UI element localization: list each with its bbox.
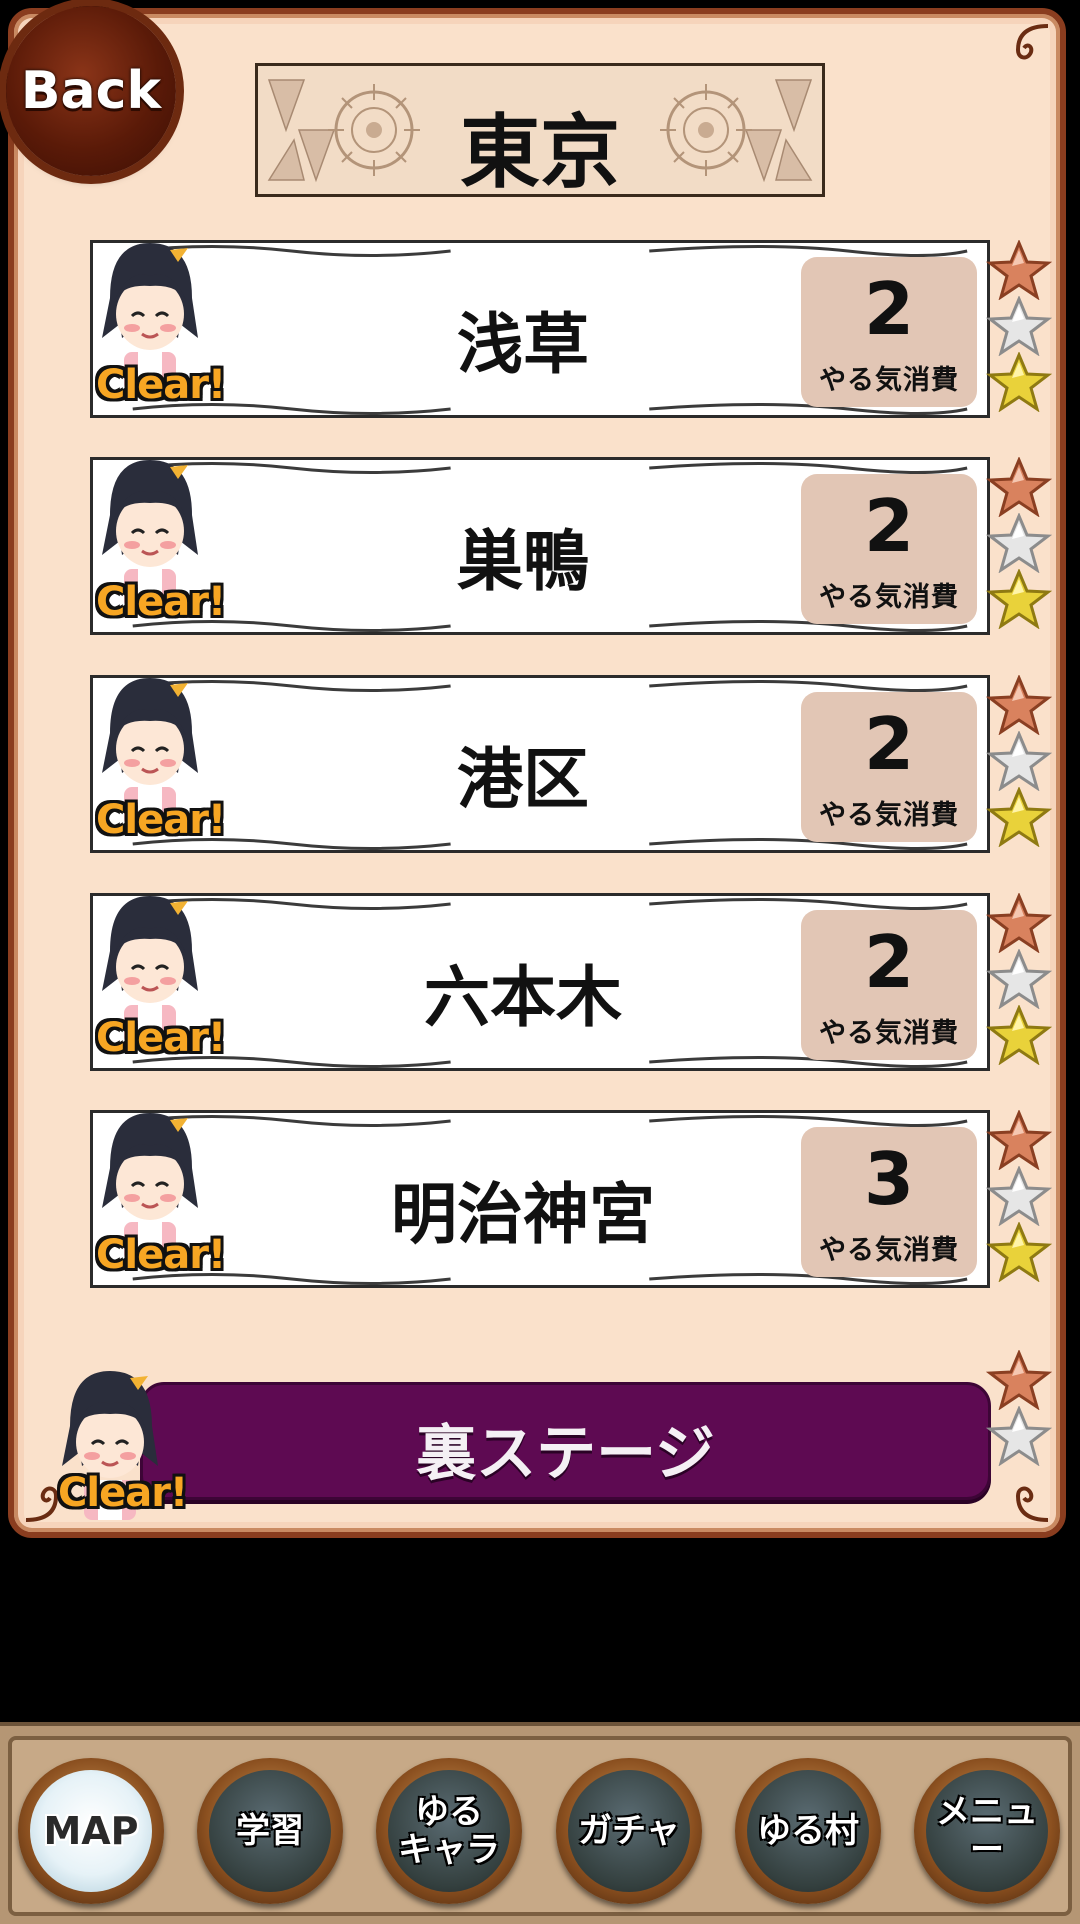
- row-border-ornament: [93, 460, 987, 474]
- ura-stage-button[interactable]: 裏ステージ: [140, 1382, 991, 1500]
- back-button[interactable]: Back: [6, 6, 176, 176]
- cost-value: 2: [863, 702, 915, 786]
- star-gold-icon: [985, 1004, 1053, 1066]
- cost-value: 2: [863, 267, 915, 351]
- cost-value: 2: [863, 920, 915, 1004]
- cost-box: 3 やる気消費: [801, 1127, 977, 1277]
- stage-stars: [985, 456, 1058, 630]
- clear-badge: Clear!: [96, 797, 226, 843]
- star-silver-icon: [985, 1405, 1053, 1467]
- cost-box: 2 やる気消費: [801, 474, 977, 624]
- stage-stars: [985, 892, 1058, 1066]
- clear-badge: Clear!: [96, 579, 226, 625]
- bottom-navigation-frame: [8, 1736, 1072, 1916]
- star-gold-icon: [985, 1221, 1053, 1283]
- star-silver-icon: [985, 512, 1053, 574]
- nav-yurukyara-label: ゆる キャラ: [398, 1792, 500, 1870]
- nav-study-button[interactable]: 学習: [197, 1758, 343, 1904]
- cost-label: やる気消費: [819, 582, 959, 613]
- cost-value: 2: [863, 484, 915, 568]
- nav-menu-button[interactable]: メニュー: [914, 1758, 1060, 1904]
- corner-ornament-top-right: [1008, 20, 1054, 66]
- bottom-navigation-bar: MAP 学習 ゆる キャラ ガチャ ゆる村 メニュー: [0, 1722, 1080, 1924]
- ura-stage-stars: [985, 1349, 1058, 1467]
- star-gold-icon: [985, 568, 1053, 630]
- nav-map-label: MAP: [43, 1809, 139, 1853]
- star-gold-icon: [985, 786, 1053, 848]
- nav-yurukyara-button[interactable]: ゆる キャラ: [376, 1758, 522, 1904]
- corner-ornament-bottom-right: [1008, 1480, 1054, 1526]
- star-bronze-icon: [985, 1109, 1053, 1171]
- stage-stars: [985, 1109, 1058, 1283]
- nav-menu-label: メニュー: [936, 1792, 1038, 1870]
- row-border-ornament: [93, 896, 987, 910]
- row-border-ornament: [93, 678, 987, 692]
- cost-label: やる気消費: [819, 1235, 959, 1266]
- cost-box: 2 やる気消費: [801, 692, 977, 842]
- cost-label: やる気消費: [819, 365, 959, 396]
- nav-gacha-button[interactable]: ガチャ: [556, 1758, 702, 1904]
- clear-badge: Clear!: [96, 1232, 226, 1278]
- ura-stage-label: 裏ステージ: [416, 1419, 715, 1489]
- star-bronze-icon: [985, 892, 1053, 954]
- row-border-ornament: [93, 1113, 987, 1127]
- stage-stars: [985, 674, 1058, 848]
- region-title-banner: 東京: [255, 63, 825, 199]
- nav-map-button[interactable]: MAP: [18, 1758, 164, 1904]
- star-silver-icon: [985, 730, 1053, 792]
- row-border-ornament: [93, 243, 987, 257]
- cost-box: 2 やる気消費: [801, 910, 977, 1060]
- clear-badge: Clear!: [96, 1015, 226, 1061]
- star-silver-icon: [985, 295, 1053, 357]
- nav-study-label: 学習: [236, 1811, 304, 1851]
- star-silver-icon: [985, 1165, 1053, 1227]
- ura-stage-clear-badge: Clear!: [58, 1470, 188, 1516]
- star-bronze-icon: [985, 674, 1053, 736]
- star-silver-icon: [985, 948, 1053, 1010]
- star-bronze-icon: [985, 239, 1053, 301]
- cost-label: やる気消費: [819, 800, 959, 831]
- star-bronze-icon: [985, 1349, 1053, 1411]
- nav-yurumura-label: ゆる村: [757, 1811, 859, 1851]
- nav-yurumura-button[interactable]: ゆる村: [735, 1758, 881, 1904]
- cost-value: 3: [863, 1137, 915, 1221]
- nav-gacha-label: ガチャ: [578, 1811, 680, 1851]
- stage-stars: [985, 239, 1058, 413]
- sun-ornament-right-icon: [651, 70, 816, 190]
- cost-label: やる気消費: [819, 1018, 959, 1049]
- cost-box: 2 やる気消費: [801, 257, 977, 407]
- star-bronze-icon: [985, 456, 1053, 518]
- star-gold-icon: [985, 351, 1053, 413]
- back-button-label: Back: [20, 61, 162, 121]
- clear-badge: Clear!: [96, 362, 226, 408]
